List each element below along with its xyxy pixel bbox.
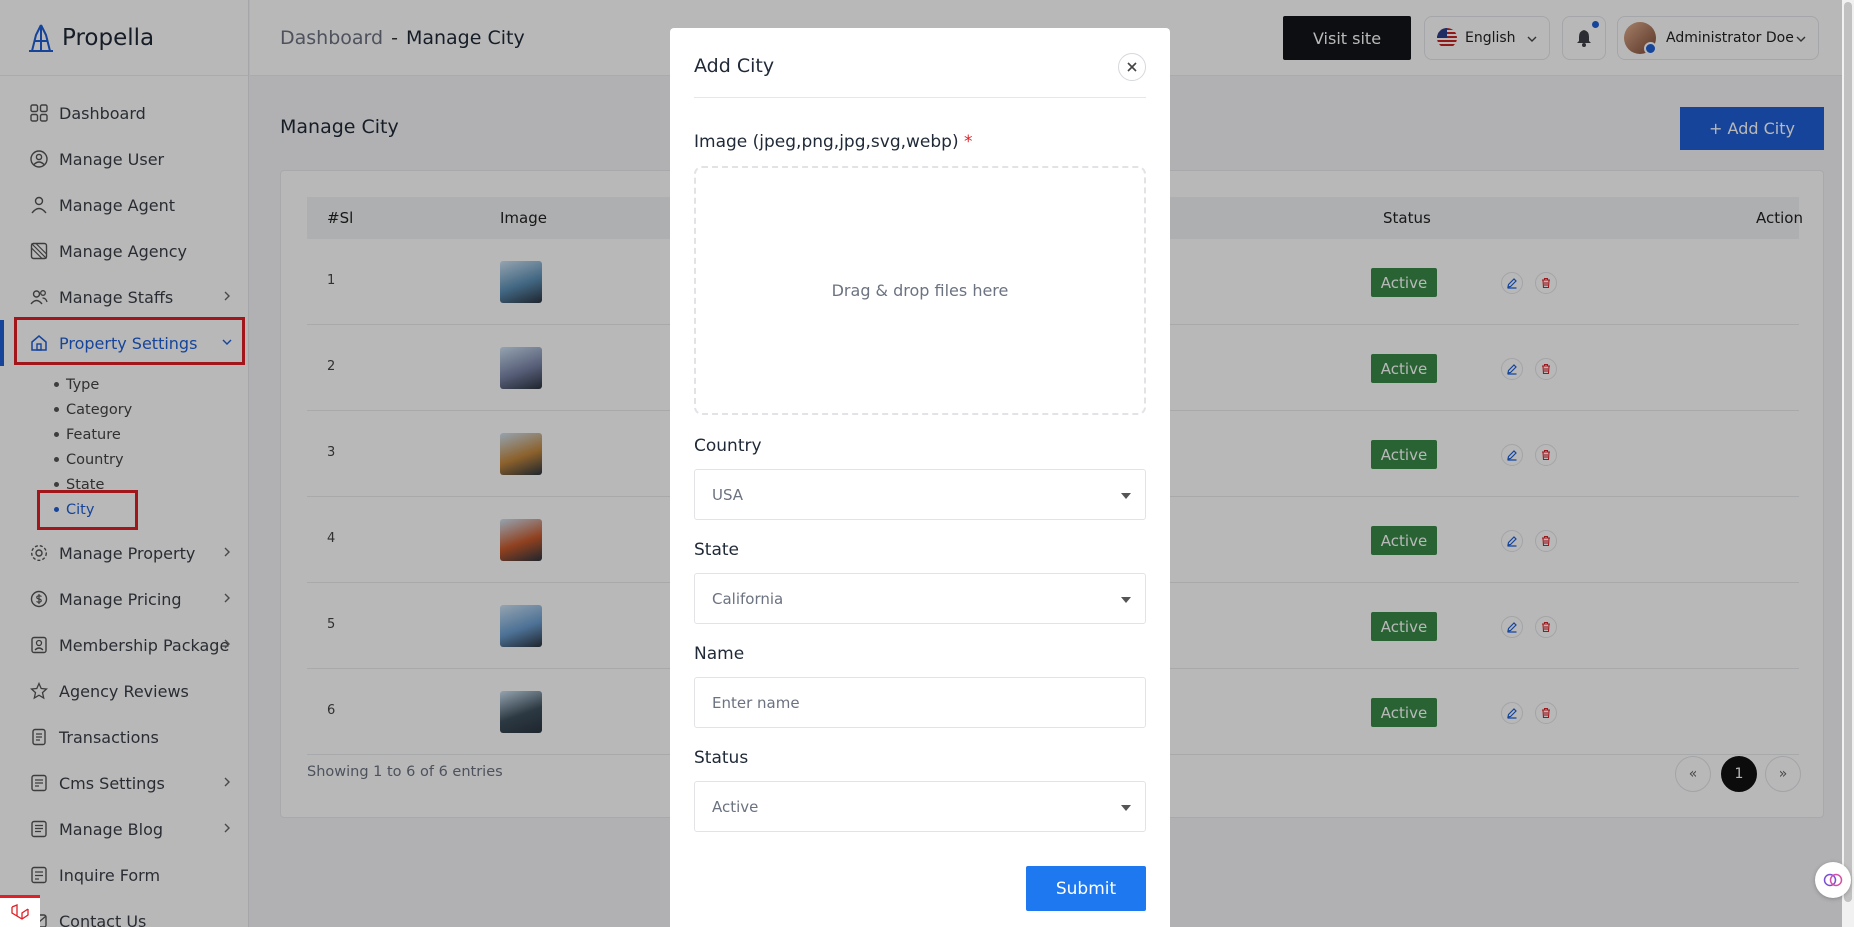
caret-down-icon bbox=[1121, 597, 1131, 603]
name-label: Name bbox=[694, 644, 745, 664]
name-field[interactable] bbox=[694, 677, 1146, 728]
country-label: Country bbox=[694, 436, 762, 456]
state-select[interactable]: California bbox=[694, 573, 1146, 624]
laravel-logo-icon bbox=[11, 903, 29, 920]
image-label: Image (jpeg,png,jpg,svg,webp) * bbox=[694, 132, 973, 152]
status-selected-value: Active bbox=[712, 797, 759, 816]
state-label: State bbox=[694, 540, 739, 560]
submit-button[interactable]: Submit bbox=[1026, 866, 1146, 911]
brain-icon bbox=[1823, 873, 1843, 887]
debugbar-toggle[interactable] bbox=[0, 895, 40, 927]
required-mark: * bbox=[964, 132, 973, 152]
caret-down-icon bbox=[1121, 805, 1131, 811]
modal-title: Add City bbox=[694, 55, 775, 77]
country-select[interactable]: USA bbox=[694, 469, 1146, 520]
add-city-modal: Add City Image (jpeg,png,jpg,svg,webp) *… bbox=[670, 28, 1170, 927]
status-select[interactable]: Active bbox=[694, 781, 1146, 832]
scrollbar-thumb[interactable] bbox=[1844, 2, 1852, 902]
dropzone-text: Drag & drop files here bbox=[831, 281, 1009, 300]
assistant-button[interactable] bbox=[1815, 862, 1851, 898]
image-label-text: Image (jpeg,png,jpg,svg,webp) bbox=[694, 132, 959, 152]
close-icon bbox=[1127, 62, 1137, 72]
close-button[interactable] bbox=[1118, 53, 1146, 81]
name-input[interactable] bbox=[712, 693, 1132, 712]
status-label: Status bbox=[694, 748, 749, 768]
country-selected-value: USA bbox=[712, 485, 744, 504]
page-scrollbar[interactable] bbox=[1842, 0, 1854, 927]
image-dropzone[interactable]: Drag & drop files here bbox=[694, 166, 1146, 415]
caret-down-icon bbox=[1121, 493, 1131, 499]
state-selected-value: California bbox=[712, 589, 784, 608]
modal-divider bbox=[694, 97, 1146, 98]
